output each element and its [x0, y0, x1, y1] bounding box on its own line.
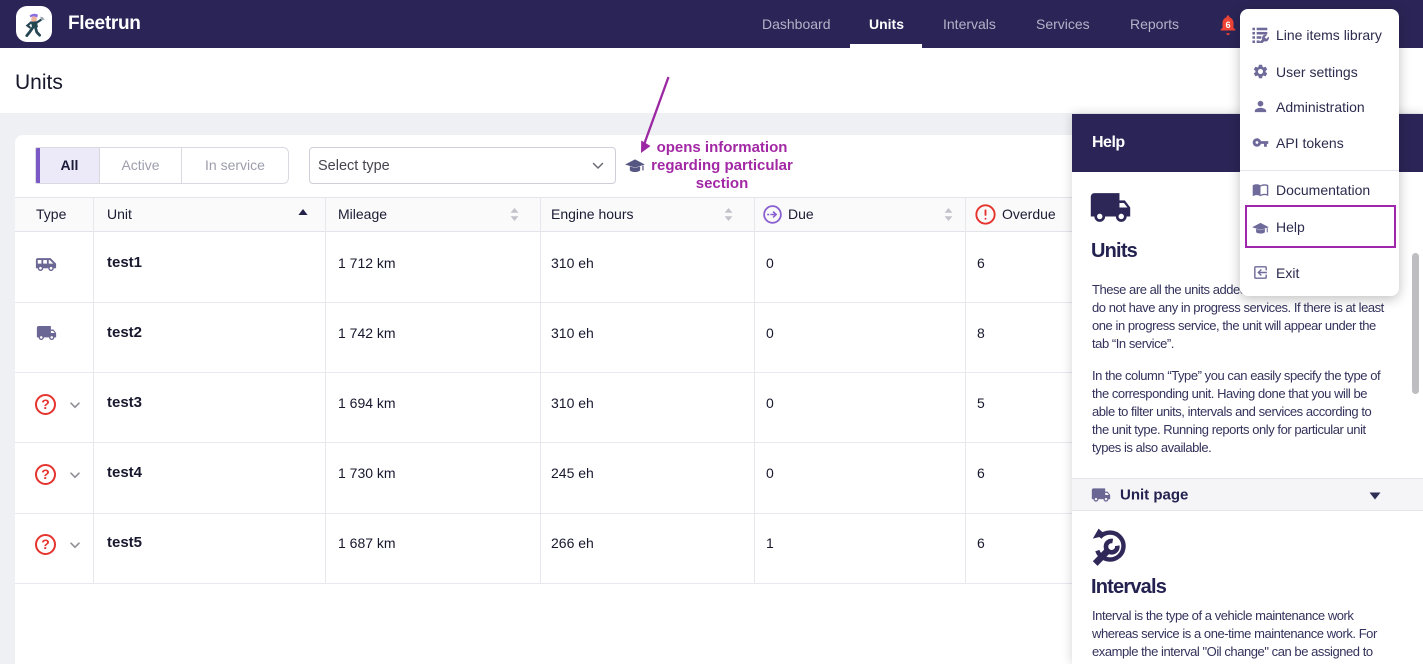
svg-text:6: 6: [1225, 20, 1230, 30]
